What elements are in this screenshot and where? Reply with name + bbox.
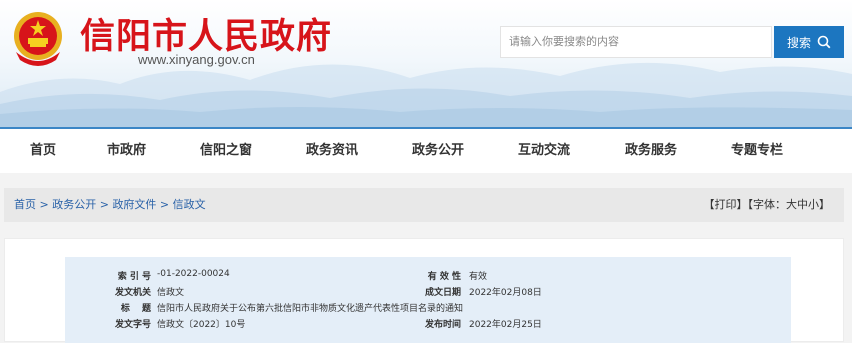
site-url: www.xinyang.gov.cn: [138, 52, 255, 67]
breadcrumb-item-home[interactable]: 首页: [14, 198, 36, 211]
issuing-agency-value: 信政文: [157, 288, 185, 298]
index-number-label: 索 引 号: [117, 272, 151, 282]
nav-item-government-services[interactable]: 政务服务: [625, 129, 677, 173]
breadcrumb-item-documents[interactable]: 政府文件: [112, 198, 156, 211]
breadcrumb: 首页 > 政务公开 > 政府文件 > 信政文: [14, 188, 206, 222]
publish-date-label: 发布时间: [424, 320, 461, 330]
validity-label: 有 效 性: [427, 272, 461, 282]
nav-item-xinyang-window[interactable]: 信阳之窗: [200, 129, 252, 173]
search-button[interactable]: 搜索: [774, 26, 844, 58]
document-info-table: 索 引 号 -01-2022-00024 有 效 性 有效 发文机关 信政文 成…: [65, 257, 791, 343]
nav-item-interaction[interactable]: 互动交流: [518, 129, 570, 173]
breadcrumb-bar: 首页 > 政务公开 > 政府文件 > 信政文 【打印】【字体：大中小】: [4, 188, 844, 222]
print-link[interactable]: 【打印】: [704, 198, 748, 211]
validity-value: 有效: [469, 272, 488, 282]
nav-item-city-government[interactable]: 市政府: [107, 129, 146, 173]
font-size-prefix: 【字体：: [747, 198, 787, 211]
document-number-label: 发文字号: [114, 320, 151, 330]
written-date-label: 成文日期: [424, 288, 461, 298]
document-number-value: 信政文〔2022〕10号: [157, 320, 246, 330]
search-input[interactable]: 请输入你要搜索的内容: [500, 26, 772, 58]
font-size-small-link[interactable]: 小: [808, 198, 819, 211]
header-banner: 信阳市人民政府 www.xinyang.gov.cn 请输入你要搜索的内容 搜索: [0, 0, 852, 127]
breadcrumb-item-current[interactable]: 信政文: [173, 198, 206, 211]
breadcrumb-separator: >: [36, 198, 53, 211]
font-size-large-link[interactable]: 大: [786, 198, 797, 211]
page-tools: 【打印】【字体：大中小】: [704, 188, 831, 222]
breadcrumb-item-disclosure[interactable]: 政务公开: [52, 198, 96, 211]
nav-item-government-news[interactable]: 政务资讯: [306, 129, 358, 173]
font-size-medium-link[interactable]: 中: [797, 198, 808, 211]
nav-item-government-disclosure[interactable]: 政务公开: [412, 129, 464, 173]
search-icon: [817, 35, 831, 49]
nav-item-special-topics[interactable]: 专题专栏: [731, 129, 783, 173]
title-value: 信阳市人民政府关于公布第六批信阳市非物质文化遗产代表性项目名录的通知: [157, 304, 464, 314]
title-label: 标 题: [120, 304, 151, 314]
main-nav: 首页 市政府 信阳之窗 政务资讯 政务公开 互动交流 政务服务 专题专栏: [0, 127, 852, 173]
written-date-value: 2022年02月08日: [469, 288, 542, 298]
index-number-value: -01-2022-00024: [157, 269, 230, 279]
national-emblem-icon: [14, 12, 62, 66]
nav-item-home[interactable]: 首页: [30, 129, 56, 173]
breadcrumb-separator: >: [156, 198, 173, 211]
font-size-suffix: 】: [819, 198, 830, 211]
search-button-label: 搜索: [786, 35, 811, 50]
breadcrumb-separator: >: [96, 198, 113, 211]
publish-date-value: 2022年02月25日: [469, 320, 542, 330]
issuing-agency-label: 发文机关: [114, 288, 151, 298]
document-content: 索 引 号 -01-2022-00024 有 效 性 有效 发文机关 信政文 成…: [4, 238, 844, 343]
